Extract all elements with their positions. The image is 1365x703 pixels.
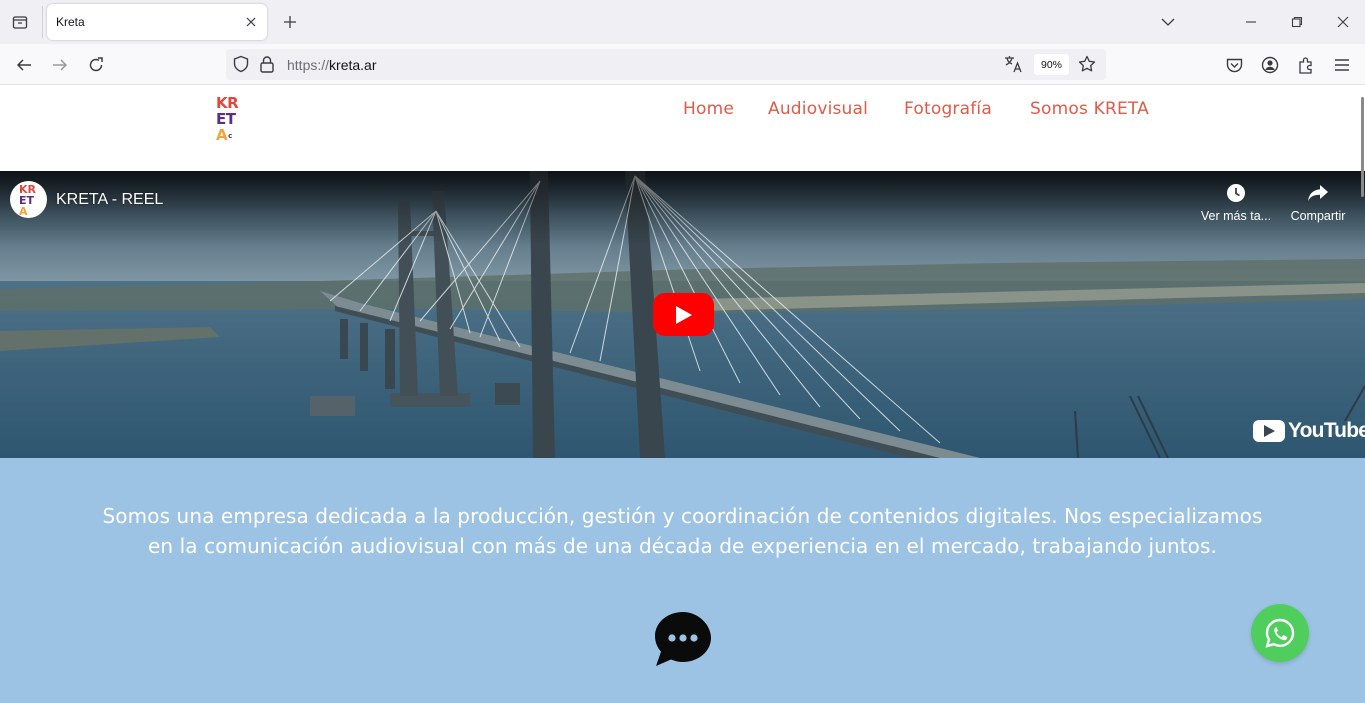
- video-title[interactable]: KRETA - REEL: [56, 191, 163, 209]
- youtube-video-embed[interactable]: KR ET A KRETA - REEL Ver más ta... Compa…: [0, 171, 1365, 458]
- watch-later-button[interactable]: Ver más ta...: [1196, 181, 1276, 223]
- logo-mark: c: [228, 131, 232, 140]
- nav-home[interactable]: Home: [683, 99, 734, 119]
- tab-list-icon[interactable]: [8, 10, 32, 34]
- site-header: KR ET Ac Home Audiovisual Fotografía Som…: [0, 85, 1360, 171]
- account-icon[interactable]: [1257, 52, 1283, 78]
- reload-icon[interactable]: [83, 52, 109, 78]
- youtube-wordmark: YouTube: [1288, 419, 1365, 442]
- lock-icon[interactable]: [259, 55, 275, 78]
- about-text-line: Somos una empresa dedicada a la producci…: [102, 504, 1263, 528]
- nav-somos-kreta[interactable]: Somos KRETA: [1030, 99, 1149, 119]
- nav-audiovisual[interactable]: Audiovisual: [768, 99, 868, 119]
- share-button[interactable]: Compartir: [1278, 181, 1358, 223]
- plus-icon[interactable]: [279, 11, 301, 33]
- forward-icon[interactable]: [47, 52, 73, 78]
- tab-strip: Kreta: [0, 0, 1365, 44]
- share-label: Compartir: [1290, 209, 1346, 223]
- channel-avatar[interactable]: KR ET A: [10, 181, 47, 218]
- logo-letter: T: [225, 110, 236, 128]
- tab-title: Kreta: [56, 15, 85, 29]
- close-window-icon[interactable]: [1332, 11, 1354, 33]
- close-icon[interactable]: [241, 12, 261, 32]
- restore-icon[interactable]: [1286, 11, 1308, 33]
- kreta-logo[interactable]: KR ET Ac: [216, 95, 250, 149]
- menu-icon[interactable]: [1329, 52, 1355, 78]
- about-section: Somos una empresa dedicada a la producci…: [0, 458, 1365, 703]
- share-icon: [1278, 181, 1358, 205]
- play-icon: [675, 305, 692, 324]
- url-text: https://kreta.ar: [287, 57, 377, 73]
- logo-letter: R: [227, 94, 239, 112]
- translate-icon[interactable]: [1004, 55, 1024, 78]
- play-button[interactable]: [653, 293, 714, 336]
- pocket-icon[interactable]: [1221, 52, 1247, 78]
- about-text: Somos una empresa dedicada a la producci…: [40, 501, 1325, 561]
- back-icon[interactable]: [11, 52, 37, 78]
- youtube-logo[interactable]: YouTube: [1253, 419, 1365, 443]
- logo-letter: K: [216, 94, 228, 112]
- logo-letter: A: [216, 126, 228, 144]
- shield-icon[interactable]: [232, 55, 250, 78]
- watch-later-label: Ver más ta...: [1200, 209, 1272, 223]
- whatsapp-button[interactable]: [1251, 604, 1309, 662]
- minimize-icon[interactable]: [1240, 11, 1262, 33]
- whatsapp-icon: [1265, 618, 1295, 648]
- zoom-level-button[interactable]: 90%: [1034, 54, 1069, 75]
- address-bar[interactable]: https://kreta.ar 90%: [226, 49, 1106, 80]
- nav-fotografia[interactable]: Fotografía: [904, 99, 992, 119]
- tab-kreta[interactable]: Kreta: [47, 4, 267, 40]
- about-text-line: en la comunicación audiovisual con más d…: [148, 534, 1217, 558]
- web-page: KR ET Ac Home Audiovisual Fotografía Som…: [0, 85, 1365, 703]
- scrollbar[interactable]: [1361, 97, 1364, 197]
- clock-icon: [1196, 181, 1276, 205]
- logo-letter: E: [216, 110, 226, 128]
- navigation-toolbar: https://kreta.ar 90%: [0, 44, 1365, 85]
- url-protocol: https://: [287, 57, 330, 73]
- chat-icon: [653, 610, 713, 673]
- star-icon[interactable]: [1078, 55, 1096, 78]
- tab-separator: [42, 6, 43, 38]
- extensions-icon[interactable]: [1293, 52, 1319, 78]
- url-host: kreta.ar: [329, 57, 377, 73]
- chevron-down-icon[interactable]: [1157, 11, 1179, 33]
